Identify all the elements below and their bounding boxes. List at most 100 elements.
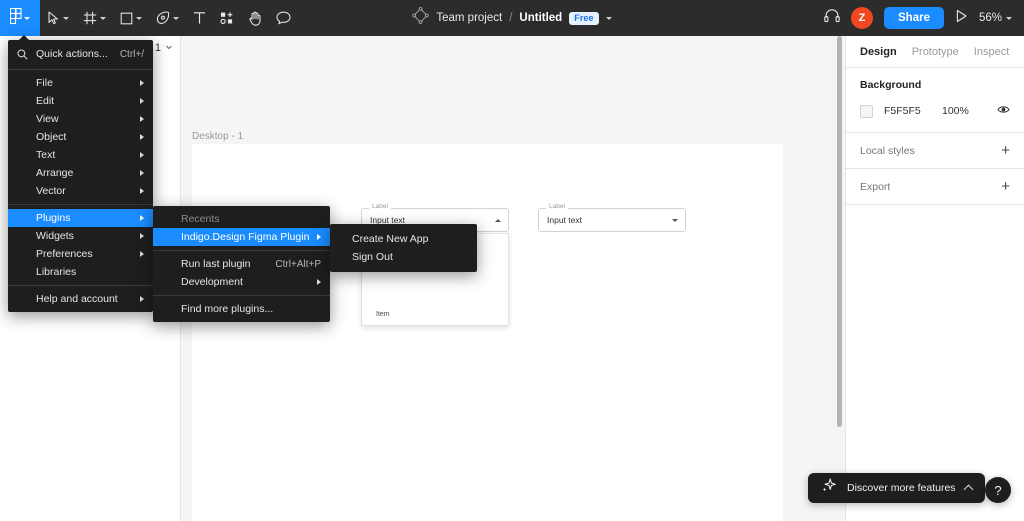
submenu-arrow-icon	[140, 152, 144, 158]
menu-item-label: File	[36, 77, 53, 89]
top-toolbar: Team project / Untitled Free Z Share 56%	[0, 0, 1024, 36]
right-panel: Design Prototype Inspect Background F5F5…	[845, 36, 1024, 521]
help-button[interactable]: ?	[985, 477, 1011, 503]
tab-prototype[interactable]: Prototype	[912, 46, 959, 58]
export-row[interactable]: Export +	[846, 169, 1024, 205]
main-menu-button[interactable]	[0, 0, 40, 36]
tab-inspect[interactable]: Inspect	[974, 46, 1009, 58]
menu-item-label: Text	[36, 149, 56, 161]
breadcrumb-project[interactable]: Team project	[436, 12, 502, 24]
background-color-row: F5F5F5 100%	[860, 102, 1010, 120]
sparkle-icon	[821, 477, 838, 499]
menu-item-object[interactable]: Object	[8, 128, 153, 146]
hand-tool[interactable]	[241, 0, 269, 36]
plan-badge[interactable]: Free	[569, 11, 599, 25]
frame-tool[interactable]	[76, 0, 113, 36]
menu-item-preferences[interactable]: Preferences	[8, 245, 153, 263]
menu-divider	[153, 250, 330, 251]
menu-item-libraries[interactable]: Libraries	[8, 263, 153, 281]
select-closed-legend: Label	[546, 203, 568, 211]
share-button[interactable]: Share	[884, 7, 944, 29]
chevron-down-icon	[165, 42, 173, 54]
plugins-item-label: Indigo.Design Figma Plugin	[181, 231, 310, 243]
background-color-swatch[interactable]	[860, 104, 873, 118]
menu-item-arrange[interactable]: Arrange	[8, 164, 153, 182]
caret-down-icon[interactable]	[672, 218, 678, 222]
submenu-arrow-icon	[140, 251, 144, 257]
search-icon	[17, 48, 30, 60]
plugin-action-create-new-app[interactable]: Create New App	[330, 230, 477, 248]
menu-item-vector[interactable]: Vector	[8, 182, 153, 200]
select-closed[interactable]: Label Input text	[538, 203, 686, 232]
move-tool[interactable]	[40, 0, 76, 36]
menu-item-label: Arrange	[36, 167, 74, 179]
canvas-vertical-scrollbar[interactable]	[837, 36, 842, 427]
text-tool[interactable]	[186, 0, 213, 36]
left-panel-page-label: 1	[154, 42, 161, 54]
menu-item-label: Edit	[36, 95, 55, 107]
headphones-icon[interactable]	[824, 8, 840, 28]
zoom-control[interactable]: 56%	[979, 12, 1012, 24]
select-closed-value: Input text	[547, 215, 582, 225]
shape-tool[interactable]	[113, 0, 149, 36]
menu-item-text[interactable]: Text	[8, 146, 153, 164]
file-title[interactable]: Untitled	[519, 12, 562, 24]
plugin-action-sign-out[interactable]: Sign Out	[330, 248, 477, 266]
figma-app-window: 1 Desktop - 1 Label Input text HEADER It…	[0, 0, 1024, 521]
comment-tool[interactable]	[269, 0, 298, 36]
plugins-item-indigo-design[interactable]: Indigo.Design Figma Plugin	[153, 228, 330, 246]
plugins-item-find-more[interactable]: Find more plugins...	[153, 300, 330, 318]
discover-more-features-button[interactable]: Discover more features	[808, 473, 985, 503]
plugins-item-run-last-plugin[interactable]: Run last plugin Ctrl+Alt+P	[153, 255, 330, 273]
top-toolbar-right: Z Share 56%	[824, 0, 1024, 36]
submenu-arrow-icon	[140, 296, 144, 302]
submenu-arrow-icon	[140, 215, 144, 221]
plus-icon[interactable]: +	[1001, 143, 1010, 158]
plugins-submenu: Recents Indigo.Design Figma Plugin Run l…	[153, 206, 330, 322]
plugins-item-label: Development	[181, 276, 243, 288]
menu-item-label: Preferences	[36, 248, 93, 260]
avatar[interactable]: Z	[851, 7, 873, 29]
plus-icon[interactable]: +	[1001, 179, 1010, 194]
caret-up-icon[interactable]	[495, 218, 501, 222]
design-frame[interactable]: Label Input text HEADER Item Label Input…	[192, 144, 783, 521]
menu-item-label: Help and account	[36, 293, 118, 305]
chevron-down-icon	[63, 16, 69, 20]
local-styles-label: Local styles	[860, 144, 915, 157]
select-closed-box[interactable]: Label Input text	[538, 203, 686, 232]
chevron-down-icon[interactable]	[605, 16, 612, 20]
help-button-label: ?	[994, 482, 1002, 498]
menu-item-view[interactable]: View	[8, 110, 153, 128]
plugin-action-label: Create New App	[352, 233, 429, 245]
menu-item-label: Object	[36, 131, 67, 143]
pen-tool[interactable]	[149, 0, 186, 36]
breadcrumb-separator: /	[509, 12, 513, 24]
background-section-title: Background	[860, 79, 922, 91]
menu-item-file[interactable]: File	[8, 74, 153, 92]
submenu-arrow-icon	[140, 233, 144, 239]
play-icon[interactable]	[955, 9, 968, 28]
menu-item-plugins[interactable]: Plugins	[8, 209, 153, 227]
left-panel-page-selector[interactable]: 1	[155, 42, 173, 54]
local-styles-row[interactable]: Local styles +	[846, 133, 1024, 169]
figma-logo-icon	[9, 7, 22, 29]
quick-actions-label: Quick actions...	[36, 48, 108, 60]
quick-actions-item[interactable]: Quick actions... Ctrl+/	[8, 43, 153, 65]
submenu-arrow-icon	[140, 170, 144, 176]
plugins-recents-header: Recents	[153, 210, 330, 228]
background-hex-value[interactable]: F5F5F5	[884, 105, 942, 117]
menu-item-widgets[interactable]: Widgets	[8, 227, 153, 245]
dropdown-item[interactable]: Item	[376, 311, 390, 318]
chevron-down-icon	[24, 16, 30, 20]
eye-icon[interactable]	[997, 102, 1010, 120]
background-section: Background F5F5F5 100%	[846, 68, 1024, 133]
menu-item-edit[interactable]: Edit	[8, 92, 153, 110]
plugins-item-development[interactable]: Development	[153, 273, 330, 291]
discover-more-features-label: Discover more features	[847, 482, 956, 494]
frame-label[interactable]: Desktop - 1	[192, 131, 243, 142]
export-label: Export	[860, 180, 891, 193]
tab-design[interactable]: Design	[860, 46, 897, 58]
resources-tool[interactable]	[213, 0, 241, 36]
background-opacity-value[interactable]: 100%	[942, 105, 969, 117]
menu-item-help-and-account[interactable]: Help and account	[8, 290, 153, 308]
